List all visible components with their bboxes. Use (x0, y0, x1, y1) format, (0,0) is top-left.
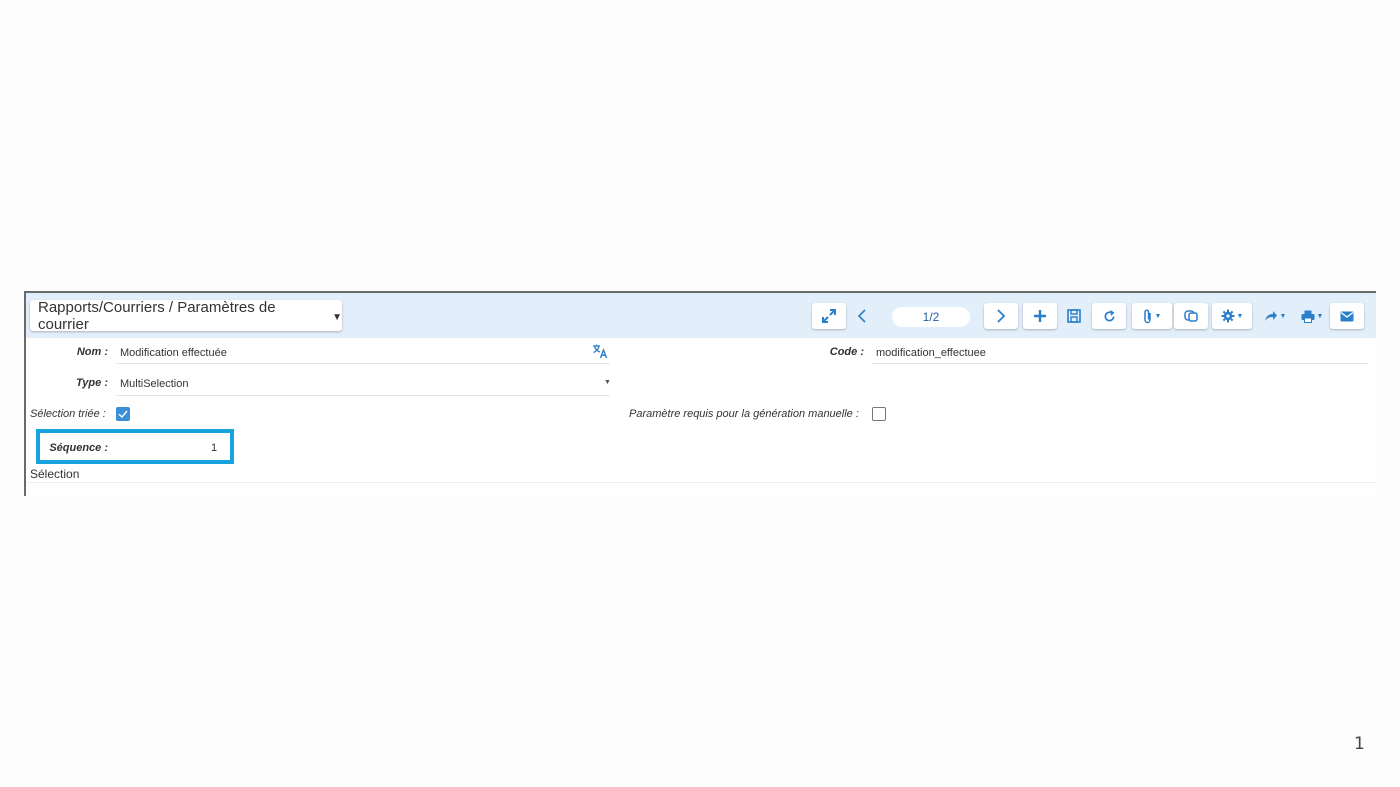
next-button[interactable] (984, 303, 1018, 329)
sequence-field[interactable]: 1 (211, 442, 217, 454)
type-select[interactable]: MultiSelection (120, 378, 188, 390)
chevron-down-icon[interactable]: ▼ (604, 379, 611, 386)
duplicate-icon (1183, 310, 1198, 322)
code-underline (872, 363, 1368, 364)
slide-number: 1 (1354, 734, 1365, 754)
share-button[interactable]: ▼ (1258, 303, 1292, 329)
previous-button[interactable] (850, 303, 874, 329)
mail-icon (1340, 311, 1354, 321)
print-icon (1301, 310, 1315, 323)
duplicate-button[interactable] (1174, 303, 1208, 329)
nom-label: Nom : (76, 346, 108, 358)
selection-triee-checkbox[interactable] (116, 407, 130, 421)
save-icon (1067, 309, 1081, 323)
parametre-requis-checkbox[interactable] (872, 407, 886, 421)
sequence-label: Séquence : (49, 442, 108, 454)
refresh-icon (1104, 309, 1115, 321)
chevron-down-icon: ▼ (1279, 312, 1287, 320)
save-button[interactable] (1061, 303, 1087, 329)
nom-underline (116, 363, 610, 364)
toolbar: Rapports/Courriers / Paramètres de courr… (26, 293, 1376, 338)
breadcrumb-dropdown[interactable]: Rapports/Courriers / Paramètres de courr… (30, 298, 342, 333)
chevron-right-icon (997, 309, 1006, 323)
pager-label: 1/2 (922, 310, 940, 324)
selection-section-title: Sélection (30, 467, 80, 481)
type-label: Type : (76, 377, 108, 389)
chevron-down-icon: ▼ (1316, 312, 1324, 320)
email-button[interactable] (1330, 303, 1364, 329)
form-panel: Rapports/Courriers / Paramètres de courr… (24, 291, 1376, 496)
share-icon (1264, 311, 1277, 321)
chevron-down-icon: ▼ (1236, 312, 1244, 320)
code-label: Code : (829, 346, 864, 358)
attachment-icon (1143, 308, 1151, 323)
translate-icon[interactable] (592, 343, 608, 359)
expand-icon (822, 309, 836, 323)
refresh-button[interactable] (1092, 303, 1126, 329)
add-button[interactable] (1023, 303, 1057, 329)
print-button[interactable]: ▼ (1294, 303, 1330, 329)
selection-triee-label: Sélection triée : (30, 408, 106, 420)
chevron-left-icon (857, 309, 866, 323)
expand-button[interactable] (812, 303, 846, 329)
code-field[interactable]: modification_effectuee (876, 347, 986, 359)
settings-button[interactable]: ▼ (1212, 303, 1252, 329)
pager: 1/2 (892, 307, 970, 327)
type-underline (116, 395, 610, 396)
checkmark-icon (118, 410, 128, 419)
chevron-down-icon: ▼ (1154, 312, 1162, 320)
nom-field[interactable]: Modification effectuée (120, 347, 227, 359)
attachment-button[interactable]: ▼ (1132, 303, 1172, 329)
gear-icon (1221, 309, 1235, 323)
plus-icon (1034, 310, 1046, 322)
section-divider (26, 482, 1376, 483)
chevron-down-icon: ▼ (332, 312, 342, 323)
parametre-requis-label: Paramètre requis pour la génération manu… (629, 408, 859, 420)
breadcrumb-label: Rapports/Courriers / Paramètres de courr… (38, 298, 276, 333)
